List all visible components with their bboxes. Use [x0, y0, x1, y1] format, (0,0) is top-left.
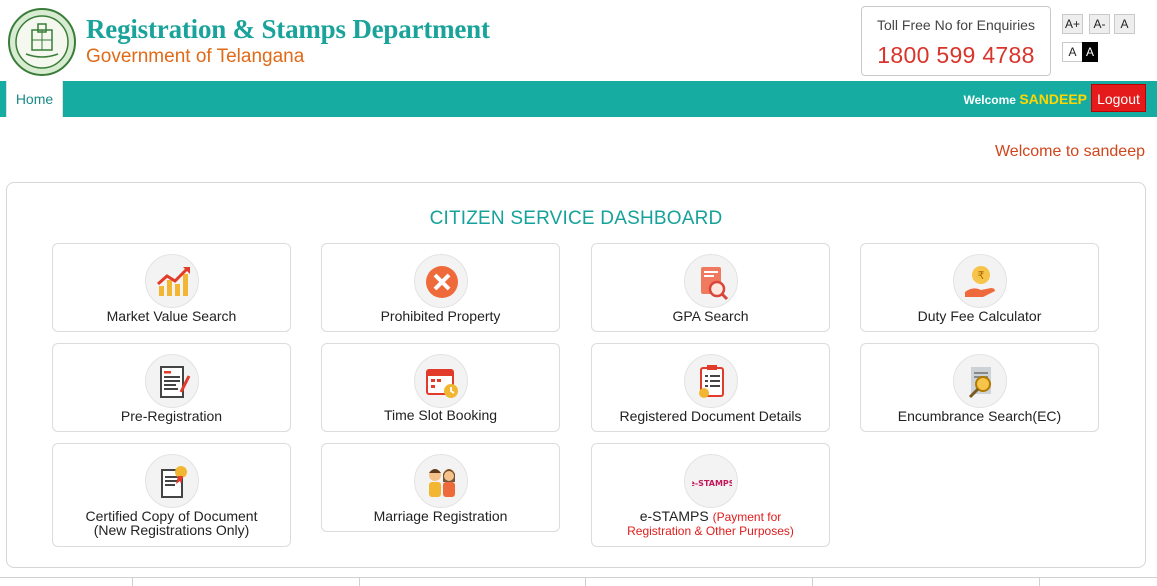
- card-e-stamps[interactable]: e-STAMPS e-STAMPS (Payment for Registrat…: [591, 443, 830, 547]
- department-subtitle: Government of Telangana: [86, 46, 305, 67]
- main-navbar: Home Welcome SANDEEP: [0, 81, 1157, 117]
- prohibited-icon: [414, 254, 468, 308]
- card-label: Pre-Registration: [120, 408, 223, 424]
- font-normal-button[interactable]: A: [1114, 14, 1135, 34]
- card-label: Time Slot Booking: [383, 407, 498, 423]
- card-label: Marriage Registration: [373, 508, 508, 524]
- dashboard-title: CITIZEN SERVICE DASHBOARD: [429, 208, 723, 229]
- card-label-main: e-STAMPS: [639, 508, 709, 524]
- font-increase-button[interactable]: A+: [1062, 14, 1083, 34]
- telangana-emblem-icon[interactable]: [8, 8, 76, 76]
- document-magnify-icon: [953, 354, 1007, 408]
- toll-free-box: Toll Free No for Enquiries 1800 599 4788: [861, 6, 1051, 76]
- welcome-prefix: Welcome: [963, 93, 1016, 107]
- toll-free-label: Toll Free No for Enquiries: [877, 17, 1035, 33]
- nav-home-link[interactable]: Home: [6, 81, 63, 117]
- couple-icon: [414, 454, 468, 508]
- username: SANDEEP: [1019, 91, 1087, 107]
- card-label: Duty Fee Calculator: [917, 308, 1042, 324]
- chart-icon: [145, 254, 199, 308]
- card-label: Prohibited Property: [380, 308, 501, 324]
- logout-button[interactable]: Logout: [1091, 84, 1146, 112]
- toll-free-number: 1800 599 4788: [877, 42, 1035, 68]
- card-duty-fee-calculator[interactable]: ₹ Duty Fee Calculator: [860, 243, 1099, 332]
- form-icon: [145, 354, 199, 408]
- card-label-red: (Payment for: [712, 510, 782, 524]
- card-marriage-registration[interactable]: Marriage Registration: [321, 443, 560, 532]
- certificate-icon: [145, 454, 199, 508]
- footer-tick: [132, 578, 133, 586]
- dark-theme-button[interactable]: A: [1082, 42, 1098, 62]
- card-label: e-STAMPS (Payment for: [592, 509, 829, 524]
- card-prohibited-property[interactable]: Prohibited Property: [321, 243, 560, 332]
- card-registered-document-details[interactable]: Registered Document Details: [591, 343, 830, 432]
- card-pre-registration[interactable]: Pre-Registration: [52, 343, 291, 432]
- clipboard-icon: [684, 354, 738, 408]
- card-label: Encumbrance Search(EC): [897, 408, 1062, 424]
- card-certified-copy[interactable]: Certified Copy of Document (New Registra…: [52, 443, 291, 547]
- card-label: Registered Document Details: [619, 408, 802, 424]
- footer-tick: [585, 578, 586, 586]
- rupee-hand-icon: ₹: [953, 254, 1007, 308]
- card-market-value-search[interactable]: Market Value Search: [52, 243, 291, 332]
- footer-tick: [812, 578, 813, 586]
- footer-tick: [359, 578, 360, 586]
- welcome-user: Welcome SANDEEP: [964, 91, 1088, 107]
- welcome-message: Welcome to sandeep: [994, 143, 1145, 160]
- svg-text:₹: ₹: [978, 269, 985, 282]
- light-theme-button[interactable]: A: [1062, 42, 1083, 62]
- document-search-icon: [684, 254, 738, 308]
- card-encumbrance-search[interactable]: Encumbrance Search(EC): [860, 343, 1099, 432]
- card-label: Market Value Search: [106, 308, 237, 324]
- footer-tick: [1039, 578, 1040, 586]
- card-time-slot-booking[interactable]: Time Slot Booking: [321, 343, 560, 432]
- footer-divider: [0, 577, 1157, 578]
- card-label-line2: Registration & Other Purposes): [627, 524, 794, 538]
- card-gpa-search[interactable]: GPA Search: [591, 243, 830, 332]
- site-header: Registration & Stamps Department Governm…: [0, 0, 1157, 81]
- department-title: Registration & Stamps Department: [86, 14, 490, 44]
- svg-text:e-STAMPS: e-STAMPS: [692, 479, 732, 488]
- card-label-line2: (New Registrations Only): [93, 522, 250, 538]
- estamps-icon: e-STAMPS: [684, 454, 738, 508]
- font-decrease-button[interactable]: A-: [1089, 14, 1110, 34]
- card-label: GPA Search: [672, 308, 749, 324]
- calendar-clock-icon: [414, 354, 468, 408]
- card-label: Certified Copy of Document: [85, 508, 258, 524]
